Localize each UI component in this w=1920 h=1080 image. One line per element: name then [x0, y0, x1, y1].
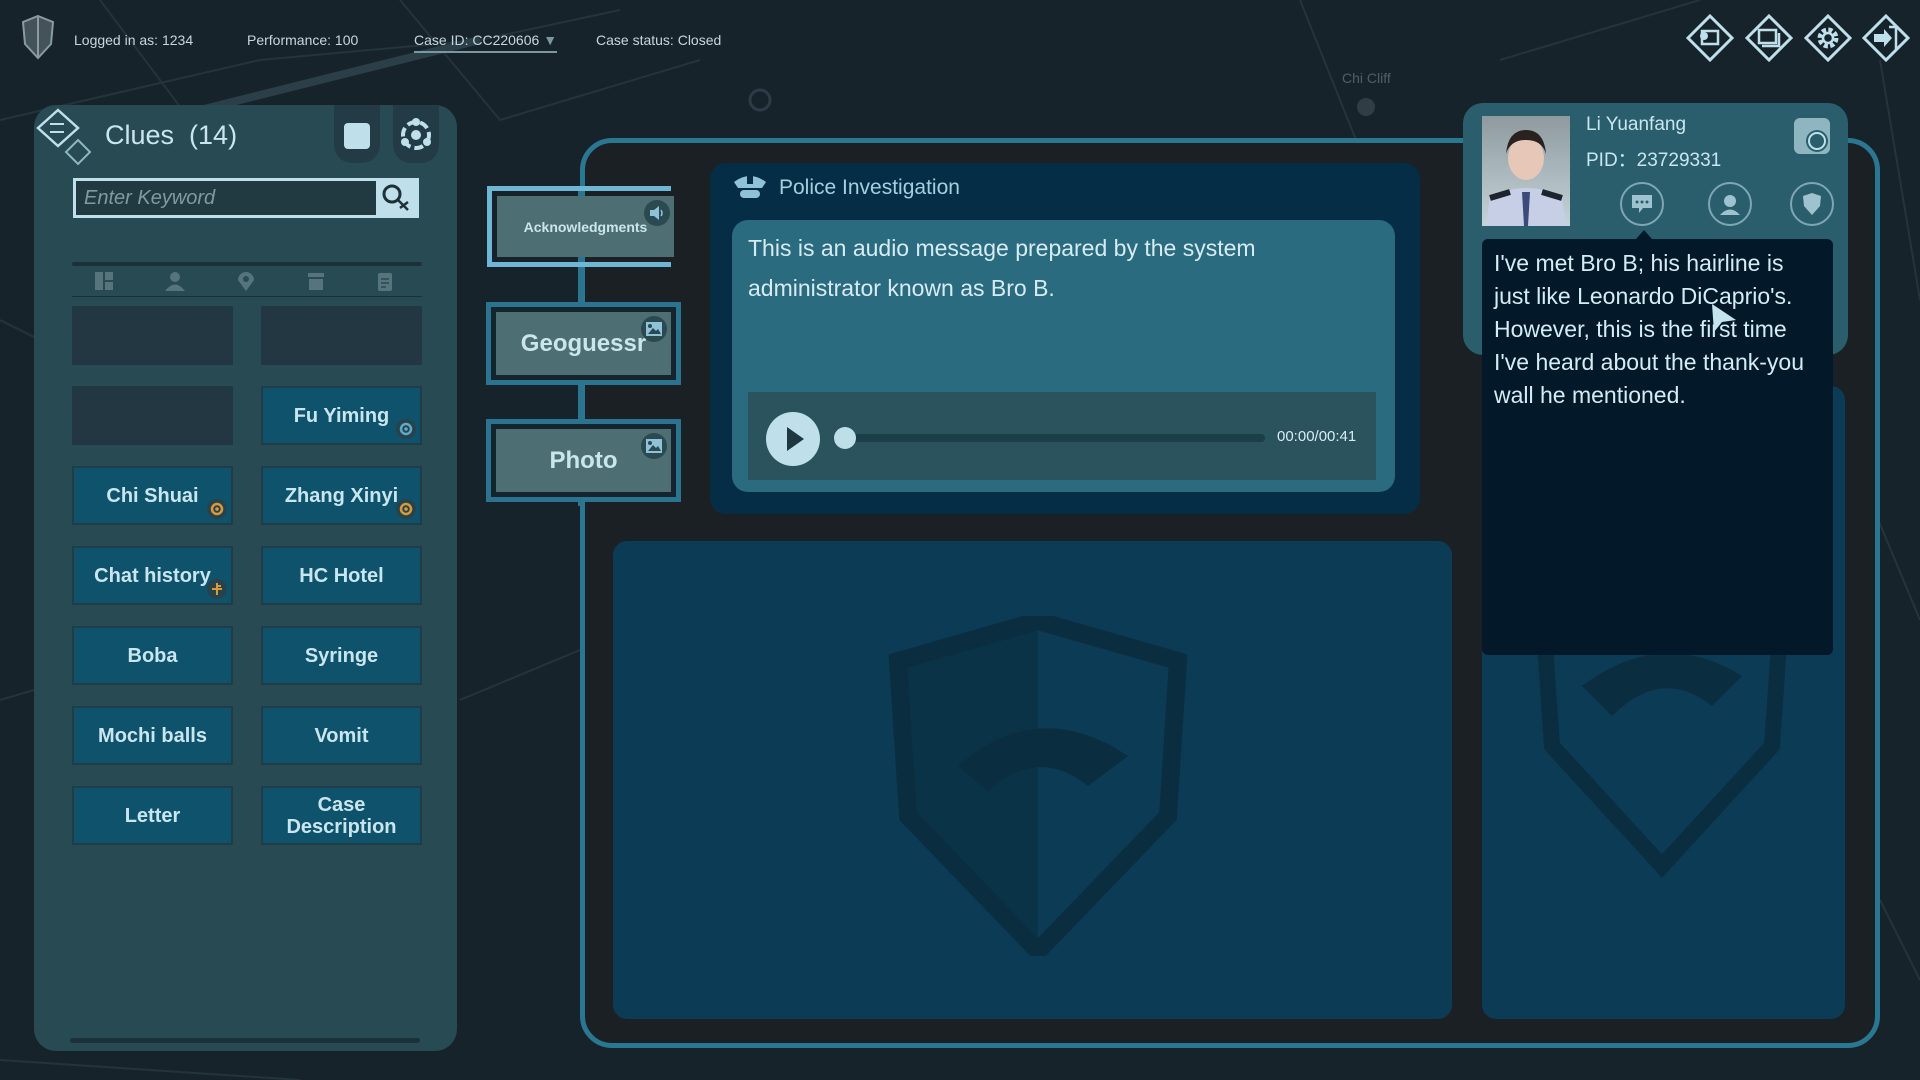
clue-map-icon[interactable]	[36, 108, 92, 166]
clue-label: Syringe	[304, 644, 379, 667]
play-icon	[787, 427, 804, 451]
police-button[interactable]	[1790, 182, 1834, 226]
clue-label: Letter	[124, 804, 181, 827]
case-id-label: Case ID: CC220606	[414, 32, 540, 48]
map-label: Chi Cliff	[1342, 70, 1391, 86]
chevron-down-icon: ▼	[543, 32, 558, 48]
police-shield-watermark-icon	[1537, 646, 1787, 878]
clue-item[interactable]: Case Description	[261, 786, 422, 845]
eye-icon	[396, 419, 416, 439]
note-button[interactable]	[334, 105, 380, 163]
tab-bar-divider-bottom	[72, 296, 422, 297]
clue-node[interactable]: Acknowledgments	[497, 196, 674, 257]
target-icon	[396, 499, 416, 519]
clues-count: (14)	[189, 120, 238, 150]
node-label: Acknowledgments	[523, 218, 648, 235]
clue-slot-empty	[72, 386, 233, 445]
clue-item[interactable]: Mochi balls	[72, 706, 233, 765]
tab-all-icon[interactable]	[93, 270, 115, 292]
call-button[interactable]	[1708, 182, 1752, 226]
search-button[interactable]	[376, 181, 416, 215]
tab-document-icon[interactable]	[374, 270, 396, 292]
clue-item[interactable]: Syringe	[261, 626, 422, 685]
search-box	[73, 178, 419, 218]
clue-node[interactable]: Photo	[496, 429, 671, 492]
clue-item[interactable]: HC Hotel	[261, 546, 422, 605]
clue-label: Mochi balls	[98, 724, 207, 747]
speaker-icon	[644, 200, 670, 226]
clue-item[interactable]: Vomit	[261, 706, 422, 765]
clue-item[interactable]: Chat history	[72, 546, 233, 605]
clue-item[interactable]: Boba	[72, 626, 233, 685]
handcuffs-icon[interactable]	[1792, 116, 1832, 156]
investigation-title: Police Investigation	[779, 176, 960, 199]
clue-label: Vomit	[314, 724, 369, 747]
clue-label: Chat history	[94, 564, 211, 587]
play-button[interactable]	[766, 412, 820, 466]
target-icon	[207, 499, 227, 519]
windows-icon[interactable]	[1745, 14, 1793, 62]
clues-title-text: Clues	[105, 120, 175, 150]
tab-person-icon[interactable]	[164, 270, 186, 292]
avatar	[1482, 116, 1570, 226]
support-agent-icon	[1720, 195, 1740, 215]
network-button[interactable]	[393, 105, 439, 163]
tab-location-icon[interactable]	[235, 270, 257, 292]
profile-pid: PID：23729331	[1586, 150, 1722, 171]
clue-slot-empty	[72, 306, 233, 365]
clue-label: Zhang Xinyi	[284, 484, 399, 507]
chat-button[interactable]	[1620, 182, 1664, 226]
clue-slot-empty	[261, 306, 422, 365]
chat-icon	[1632, 195, 1652, 213]
audio-progress-thumb[interactable]	[834, 427, 856, 449]
search-input[interactable]	[76, 181, 376, 215]
profile-name: Li Yuanfang	[1586, 114, 1687, 135]
cursor-icon	[1712, 304, 1736, 332]
note-icon	[344, 123, 370, 149]
clue-node[interactable]: Geoguessr	[496, 312, 671, 375]
clue-item[interactable]: Letter	[72, 786, 233, 845]
tab-item-icon[interactable]	[305, 270, 327, 292]
audio-time: 00:00/00:41	[1277, 428, 1357, 445]
clue-item[interactable]: Fu Yiming	[261, 386, 422, 445]
search-icon	[382, 184, 409, 211]
police-shield-watermark-icon	[888, 616, 1188, 956]
network-icon	[401, 118, 431, 150]
clues-title: Clues (14)	[105, 120, 237, 151]
clues-scrollbar[interactable]	[70, 1038, 420, 1043]
exit-icon[interactable]	[1862, 14, 1910, 62]
tab-bar-divider	[72, 262, 422, 266]
usb-icon	[207, 579, 227, 599]
police-hat-icon	[734, 176, 766, 198]
clue-item[interactable]: Chi Shuai	[72, 466, 233, 525]
node-label: Photo	[549, 446, 618, 474]
gear-icon[interactable]	[1804, 14, 1852, 62]
image-icon	[641, 433, 667, 459]
police-shield-icon	[1803, 193, 1821, 215]
clue-label: Case Description	[286, 793, 397, 838]
clue-label: Boba	[127, 644, 178, 667]
audio-progress-track[interactable]	[845, 434, 1265, 442]
case-status-label: Case status: Closed	[596, 32, 722, 48]
image-icon	[641, 316, 667, 342]
clue-item[interactable]: Zhang Xinyi	[261, 466, 422, 525]
dialog-pointer	[1636, 230, 1652, 239]
evidence-display-panel	[613, 541, 1452, 1019]
performance-label: Performance: 100	[247, 32, 359, 48]
case-folder-icon[interactable]	[1686, 14, 1734, 62]
clue-label: Chi Shuai	[106, 484, 199, 507]
node-label: Geoguessr	[520, 329, 647, 357]
clue-label: Fu Yiming	[293, 404, 390, 427]
app-logo-icon	[21, 14, 55, 60]
logged-in-label: Logged in as: 1234	[74, 32, 194, 48]
clue-label: HC Hotel	[299, 564, 384, 587]
case-id-dropdown[interactable]: Case ID: CC220606 ▼	[414, 32, 558, 53]
dialog-box: I've met Bro B; his hairline is just lik…	[1482, 239, 1833, 655]
